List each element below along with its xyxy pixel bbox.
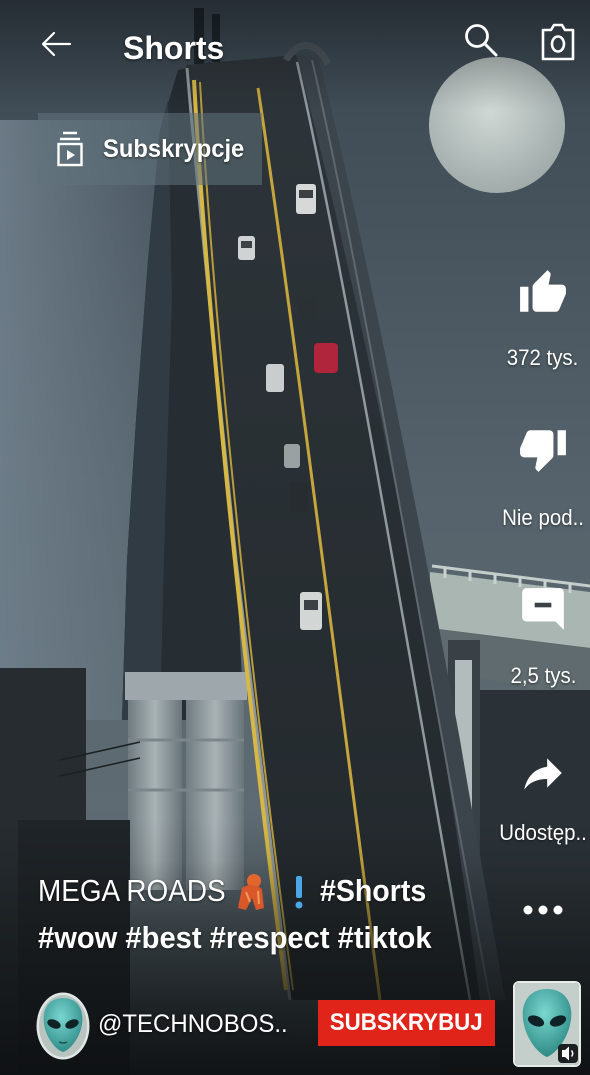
hashtag-shorts[interactable]: #Shorts (320, 870, 426, 912)
search-icon (465, 24, 498, 57)
blue-exclamation-emoji (295, 876, 303, 909)
comment-count: 2,5 tys. (510, 663, 576, 688)
page-title: Shorts (123, 30, 225, 66)
dislike-text: Nie pod.. (502, 505, 584, 530)
comment-count-label: 2,5 tys. (496, 661, 590, 691)
like-count: 372 tys. (507, 345, 579, 370)
alien-face-thumbnail (515, 983, 579, 1065)
more-horizontal-icon (523, 905, 563, 915)
subscriptions-chip-label: Subskrypcje (103, 135, 245, 163)
thumbs-up-icon (520, 270, 566, 312)
hashtag-best[interactable]: #best (125, 920, 201, 955)
hashtag-wow[interactable]: #wow (38, 920, 117, 955)
hashtag-respect[interactable]: #respect (210, 920, 330, 955)
share-label: Udostęp.. (496, 818, 590, 848)
alien-face-avatar (36, 992, 90, 1060)
more-options-button[interactable] (496, 900, 590, 920)
comments-button[interactable]: 2,5 tys. (496, 584, 590, 691)
shorts-player: Shorts Subskrypcje 372 tys. Nie pod.. 2,… (0, 0, 590, 1075)
share-text: Udostęp.. (499, 820, 587, 845)
camera-icon (541, 23, 575, 61)
hashtag-tiktok[interactable]: #tiktok (338, 920, 432, 955)
dislike-label: Nie pod.. (496, 503, 590, 533)
subscribe-button[interactable]: SUBSKRYBUJ (318, 1000, 495, 1046)
share-icon (524, 758, 562, 790)
video-title-text: MEGA ROADS (38, 873, 226, 908)
orange-figure-emoji (238, 874, 264, 910)
channel-avatar[interactable] (36, 992, 90, 1060)
subscriptions-chip[interactable]: Subskrypcje (38, 113, 262, 185)
hashtags-line: #wow #best #respect #tiktok (38, 917, 432, 959)
channel-handle[interactable]: @TECHNOBOS.. (98, 1004, 288, 1044)
like-count-label: 372 tys. (496, 343, 590, 373)
camera-button[interactable] (538, 18, 578, 64)
subscriptions-icon (57, 131, 83, 167)
arrow-left-icon (41, 31, 72, 57)
dislike-button[interactable]: Nie pod.. (496, 424, 590, 533)
like-button[interactable]: 372 tys. (496, 268, 590, 373)
search-button[interactable] (462, 21, 500, 59)
top-gradient (0, 0, 590, 110)
speaker-icon (558, 1044, 578, 1063)
thumbs-down-icon (520, 430, 566, 472)
sound-thumbnail[interactable] (513, 981, 581, 1067)
subscribe-label: SUBSKRYBUJ (330, 1009, 483, 1036)
comment-icon (522, 588, 564, 630)
back-button[interactable] (38, 26, 74, 62)
share-button[interactable]: Udostęp.. (496, 748, 590, 848)
